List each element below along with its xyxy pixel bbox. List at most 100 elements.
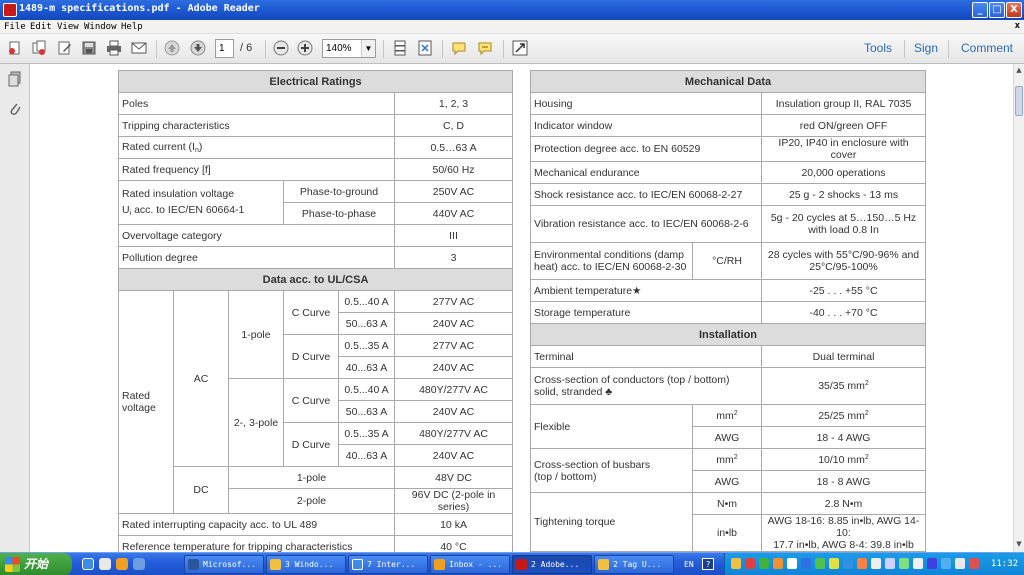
print-icon[interactable] [105,39,123,57]
tray-volume-icon[interactable] [955,558,965,569]
taskbar-button-tag[interactable]: 2 Tag U... [594,555,674,574]
toolbar-separator [265,40,266,58]
tray-usb-icon[interactable] [885,558,895,569]
tray-network-icon[interactable] [759,558,769,569]
save-icon[interactable] [80,39,98,57]
document-close-button[interactable]: x [1015,21,1020,31]
tray-power-icon[interactable] [941,558,951,569]
row-value: 48V DC [393,466,514,489]
system-clock[interactable]: 11:32 [991,553,1018,575]
row-label: Reference temperature for tripping chara… [118,535,395,552]
tray-update-icon[interactable] [773,558,783,569]
row-label: Environmental conditions (damp heat) acc.… [530,242,693,280]
document-view[interactable]: Electrical Ratings Poles 1, 2, 3 Trippin… [30,64,1013,552]
row-label: Rated interrupting capacity acc. to UL 4… [118,513,395,536]
desktop-quicklaunch-icon[interactable] [99,558,111,570]
label-line: Cross-section of conductors (top / botto… [534,374,730,386]
tray-messenger-icon[interactable] [829,558,839,569]
row-label: Housing [530,92,762,115]
row-label: Pollution degree [118,246,395,269]
start-button[interactable]: 开始 [0,553,72,575]
zoom-out-icon[interactable] [272,39,290,57]
previous-page-icon[interactable] [163,39,181,57]
help-icon[interactable]: ? [702,558,714,570]
menu-edit[interactable]: Edit [30,22,52,32]
tray-folder-icon[interactable] [731,558,741,569]
toolbar-separator [503,40,504,58]
word-icon [188,559,199,570]
table-row: Cross-section of conductors (top / botto… [530,367,927,405]
row-value: 10/10 mm2 [760,448,927,471]
taskbar-button-label: 2 Tag U... [613,560,662,569]
comment-link[interactable]: Comment [961,41,1013,55]
menu-window[interactable]: Window [84,22,117,32]
outlook-icon [434,559,445,570]
page-number-input[interactable]: 1 [215,39,234,58]
taskbar-button-word[interactable]: Microsof... [184,555,264,574]
attachments-icon[interactable] [6,100,24,118]
fit-page-icon[interactable] [416,39,434,57]
tray-chat-icon[interactable] [815,558,825,569]
taskbar-button-ie[interactable]: 7 Inter... [348,555,428,574]
tray-security-icon[interactable] [969,558,979,569]
table-row: Tightening torque N•m 2.8 N•m [530,492,927,552]
current-range: 50...63 A [338,400,395,423]
scroll-up-icon[interactable]: ▲ [1014,66,1024,76]
taskbar-button-inbox[interactable]: Inbox - ... [430,555,510,574]
ie-quicklaunch-icon[interactable] [82,558,94,570]
taskbar-button-label: 3 Windo... [285,560,334,569]
menu-file[interactable]: File [4,22,26,32]
current-range: 0.5...35 A [338,334,395,357]
close-button[interactable]: X [1006,2,1022,18]
scrollbar-thumb[interactable] [1015,86,1023,116]
page-thumbnails-icon[interactable] [6,70,24,88]
next-page-icon[interactable] [189,39,207,57]
maximize-button[interactable]: □ [989,2,1005,18]
d-curve-label: D Curve [283,334,339,379]
tray-antivirus-icon[interactable] [745,558,755,569]
row-label-end: ) [198,141,203,153]
chevron-down-icon[interactable]: ▼ [361,40,375,57]
combine-files-icon[interactable] [30,39,48,57]
outlook-quicklaunch-icon[interactable] [116,558,128,570]
tray-app-icon[interactable] [927,558,937,569]
row-label: Mechanical endurance [530,161,762,184]
media-quicklaunch-icon[interactable] [133,558,145,570]
create-pdf-icon[interactable] [6,39,24,57]
email-icon[interactable] [130,39,148,57]
zoom-select[interactable]: 140% ▼ [322,39,376,58]
tools-link[interactable]: Tools [864,41,892,55]
taskbar-button-adobe[interactable]: 2 Adobe... [512,555,592,574]
tray-alert-icon[interactable] [857,558,867,569]
tray-monitor-icon[interactable] [913,558,923,569]
table-row: Pollution degree 3 [118,246,514,269]
minimize-button[interactable]: _ [972,2,988,18]
menu-help[interactable]: Help [121,22,143,32]
zoom-in-icon[interactable] [296,39,314,57]
language-indicator[interactable]: EN [684,553,694,575]
tray-bluetooth-icon[interactable] [801,558,811,569]
vertical-scrollbar[interactable]: ▲ ▼ [1013,64,1024,552]
installation-header: Installation [529,323,927,346]
highlight-icon[interactable] [476,39,494,57]
row-value: 5g - 20 cycles at 5…150…5 Hz with load 0.… [760,205,927,243]
expand-icon[interactable] [511,39,529,57]
label-part: U [122,204,130,216]
scrolling-mode-icon[interactable] [391,39,409,57]
sign-link[interactable]: Sign [914,41,938,55]
unit-label: AWG [692,470,762,493]
sticky-note-icon[interactable] [450,39,468,57]
tray-shield-icon[interactable] [843,558,853,569]
table-row: Rated current (In) 0.5…63 A [118,136,514,159]
menu-view[interactable]: View [57,22,79,32]
row-value: 240V AC [393,356,514,379]
row-value: 480Y/277V AC [393,378,514,401]
taskbar-button-explorer[interactable]: 3 Windo... [266,555,346,574]
unit-label: °C/RH [692,242,762,280]
tray-sync-icon[interactable] [899,558,909,569]
scroll-down-icon[interactable]: ▼ [1014,540,1024,550]
tray-display-icon[interactable] [787,558,797,569]
edit-pdf-icon[interactable] [56,39,74,57]
tray-printer-icon[interactable] [871,558,881,569]
row-value: 250V AC [393,180,514,203]
